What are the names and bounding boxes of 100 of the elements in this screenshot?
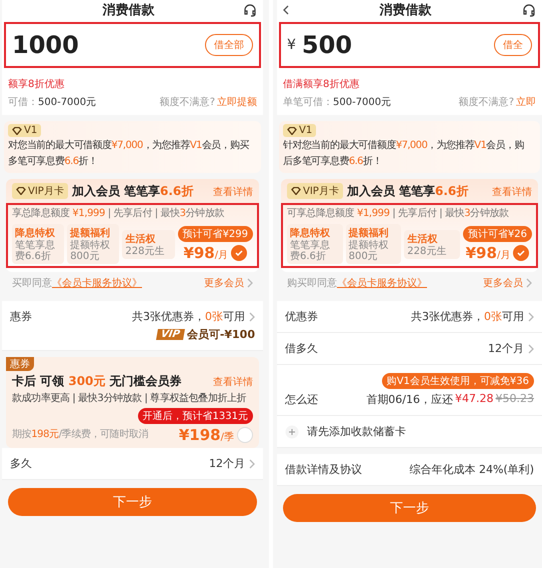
limit-hint: 额度不满意? — [458, 96, 514, 109]
select-checkbox[interactable] — [231, 245, 248, 261]
add-card-row[interactable]: 请先添加收款储蓄卡 — [277, 416, 542, 448]
v1-text: 针对您当前的最大可借额度¥7,000，为您推荐V1会员，购 — [283, 139, 525, 153]
promo-text: 借满额享8折优惠 — [283, 79, 360, 90]
agree-text: 购买即同意 — [287, 276, 337, 290]
row-label: 借多久 — [285, 341, 318, 356]
row-label: 借款详情及协议 — [285, 462, 362, 477]
row-label: 优惠券 — [285, 309, 318, 324]
perks-text: 可享总降息额度 ¥1,999 | 先享后付 | 最快3分钟放款 — [287, 207, 510, 221]
diamond-icon — [291, 187, 301, 195]
list-row[interactable]: 借多久 12个月 — [277, 333, 542, 365]
savings-badge: 开通后，预计省1331元 — [138, 408, 253, 424]
benefit-name: 提额福利 — [70, 226, 112, 240]
price-text: ¥98/月 — [183, 244, 228, 262]
select-checkbox[interactable] — [513, 245, 530, 261]
more-members-link[interactable]: 更多会员 — [204, 276, 244, 290]
limit-hint: 额度不满意? — [160, 96, 215, 109]
chevron-icon — [526, 278, 532, 288]
row-value: 12个月 — [209, 456, 245, 471]
list-row[interactable]: 多久 12个月 — [2, 448, 263, 480]
headset-icon[interactable] — [522, 3, 536, 17]
list-row[interactable]: 借款详情及协议 综合年化成本 24%(单利) — [277, 454, 542, 486]
row-value: 共3张优惠券，0张可用 — [411, 309, 524, 324]
amount-field[interactable]: ¥ 500 借全 — [279, 22, 540, 68]
details-link[interactable]: 查看详情 — [213, 184, 253, 198]
benefit-name: 降息特权 — [290, 226, 331, 240]
v1-tag: V1 — [8, 124, 42, 137]
chevron-icon — [528, 312, 534, 322]
chevron-icon — [249, 312, 255, 322]
discount-badge: 购V1会员生效使用，可减免¥36 — [382, 373, 534, 389]
repay-text: 首期06/16，应还 — [366, 392, 453, 407]
range-label: 可借： — [8, 96, 38, 109]
benefit-name: 降息特权 — [15, 226, 56, 240]
row-value: 12个月 — [488, 341, 524, 356]
diamond-icon — [287, 126, 297, 134]
currency-sign: ¥ — [287, 37, 296, 53]
benefit-name: 生活权 — [407, 232, 438, 246]
amount-field[interactable]: 1000 借全部 — [4, 22, 261, 68]
savings-badge: 预计可省¥299 — [178, 226, 254, 242]
benefit-note: 笔笔享息费6.6折 — [15, 240, 56, 262]
repay-amount: ¥47.28 — [455, 392, 494, 407]
details-link[interactable]: 查看详情 — [492, 184, 532, 198]
benefit-name: 提额福利 — [348, 226, 390, 240]
vip-badge: VIP — [156, 329, 185, 340]
price-text: ¥198/季 — [178, 426, 234, 444]
benefit-note: 提额特权800元 — [348, 240, 390, 262]
check-icon — [235, 250, 244, 256]
chevron-icon — [249, 458, 255, 468]
more-members-link[interactable]: 更多会员 — [483, 276, 523, 290]
headset-icon[interactable] — [243, 3, 257, 17]
benefit-name: 生活权 — [125, 232, 156, 246]
chevron-icon — [247, 278, 253, 288]
row-value: 共3张优惠券，0张可用 — [132, 309, 245, 324]
chevron-icon — [283, 5, 289, 15]
raise-limit-link[interactable]: 立即提额 — [217, 95, 257, 109]
coupon-tag: 惠券 — [6, 357, 34, 371]
vip-title: 加入会员 笔笔享6.6折 — [346, 183, 468, 200]
original-amount: ¥50.23 — [496, 392, 534, 407]
borrow-all-button[interactable]: 借全 — [494, 34, 532, 56]
benefit-note: 笔笔享息费6.6折 — [290, 240, 331, 262]
select-radio[interactable] — [237, 427, 253, 443]
savings-badge: 预计可省¥26 — [462, 226, 532, 242]
page-title: 消费借款 — [102, 2, 156, 19]
next-button[interactable]: 下一步 — [8, 488, 257, 516]
range-value: 500-7000元 — [38, 96, 96, 109]
diamond-icon — [12, 126, 22, 134]
v1-text: 对您当前的最大可借额度¥7,000，为您推荐V1会员，购买 — [8, 139, 250, 153]
benefit-note: 228元生 — [125, 246, 166, 256]
page-title: 消费借款 — [378, 2, 432, 19]
agreement-link[interactable]: 《会员卡服务协议》 — [52, 276, 142, 290]
v1-text: 后多笔可享息费6.6折！ — [283, 155, 383, 169]
plus-icon — [285, 424, 299, 438]
benefit-note: 228元生 — [407, 246, 448, 256]
raise-limit-link[interactable]: 立即 — [516, 95, 536, 109]
chevron-icon — [528, 344, 534, 354]
details-link[interactable]: 查看详情 — [213, 374, 253, 388]
list-row[interactable]: 优惠券 共3张优惠券，0张可用 — [277, 301, 542, 333]
diamond-icon — [16, 187, 26, 195]
price-text: ¥98/月 — [466, 244, 510, 262]
vip-tag: VIP月卡 — [12, 183, 68, 199]
vip-title: 加入会员 笔笔享6.6折 — [72, 183, 194, 200]
amount-value: 500 — [302, 31, 354, 59]
agree-text: 买即同意 — [12, 276, 52, 290]
promo-text: 额享8折优惠 — [8, 79, 64, 90]
v1-tag: V1 — [283, 124, 316, 137]
coupon-title: 卡后 可领 300元 无门槛会员券 — [12, 373, 182, 390]
check-icon — [517, 250, 526, 256]
renew-text: 期按198元/季续费，可随时取消 — [12, 428, 148, 442]
list-row[interactable]: 购V1会员生效使用，可减免¥36 怎么还 首期06/16，应还 ¥47.28 ¥50.23 — [277, 365, 542, 416]
amount-value: 1000 — [12, 31, 80, 59]
v1-text: 多笔可享息费6.6折！ — [8, 155, 98, 169]
borrow-all-button[interactable]: 借全部 — [205, 34, 253, 56]
next-button[interactable]: 下一步 — [283, 494, 536, 522]
perks-text: 享总降息额度 ¥1,999 | 先享后付 | 最快3分钟放款 — [12, 207, 226, 221]
add-card-text: 请先添加收款储蓄卡 — [307, 424, 406, 439]
row-label: 惠券 — [10, 309, 32, 324]
list-row[interactable]: 惠券 共3张优惠券，0张可用 VIP 会员可-¥100 — [2, 301, 263, 351]
benefit-note: 提额特权800元 — [70, 240, 112, 262]
agreement-link[interactable]: 《会员卡服务协议》 — [337, 276, 427, 290]
